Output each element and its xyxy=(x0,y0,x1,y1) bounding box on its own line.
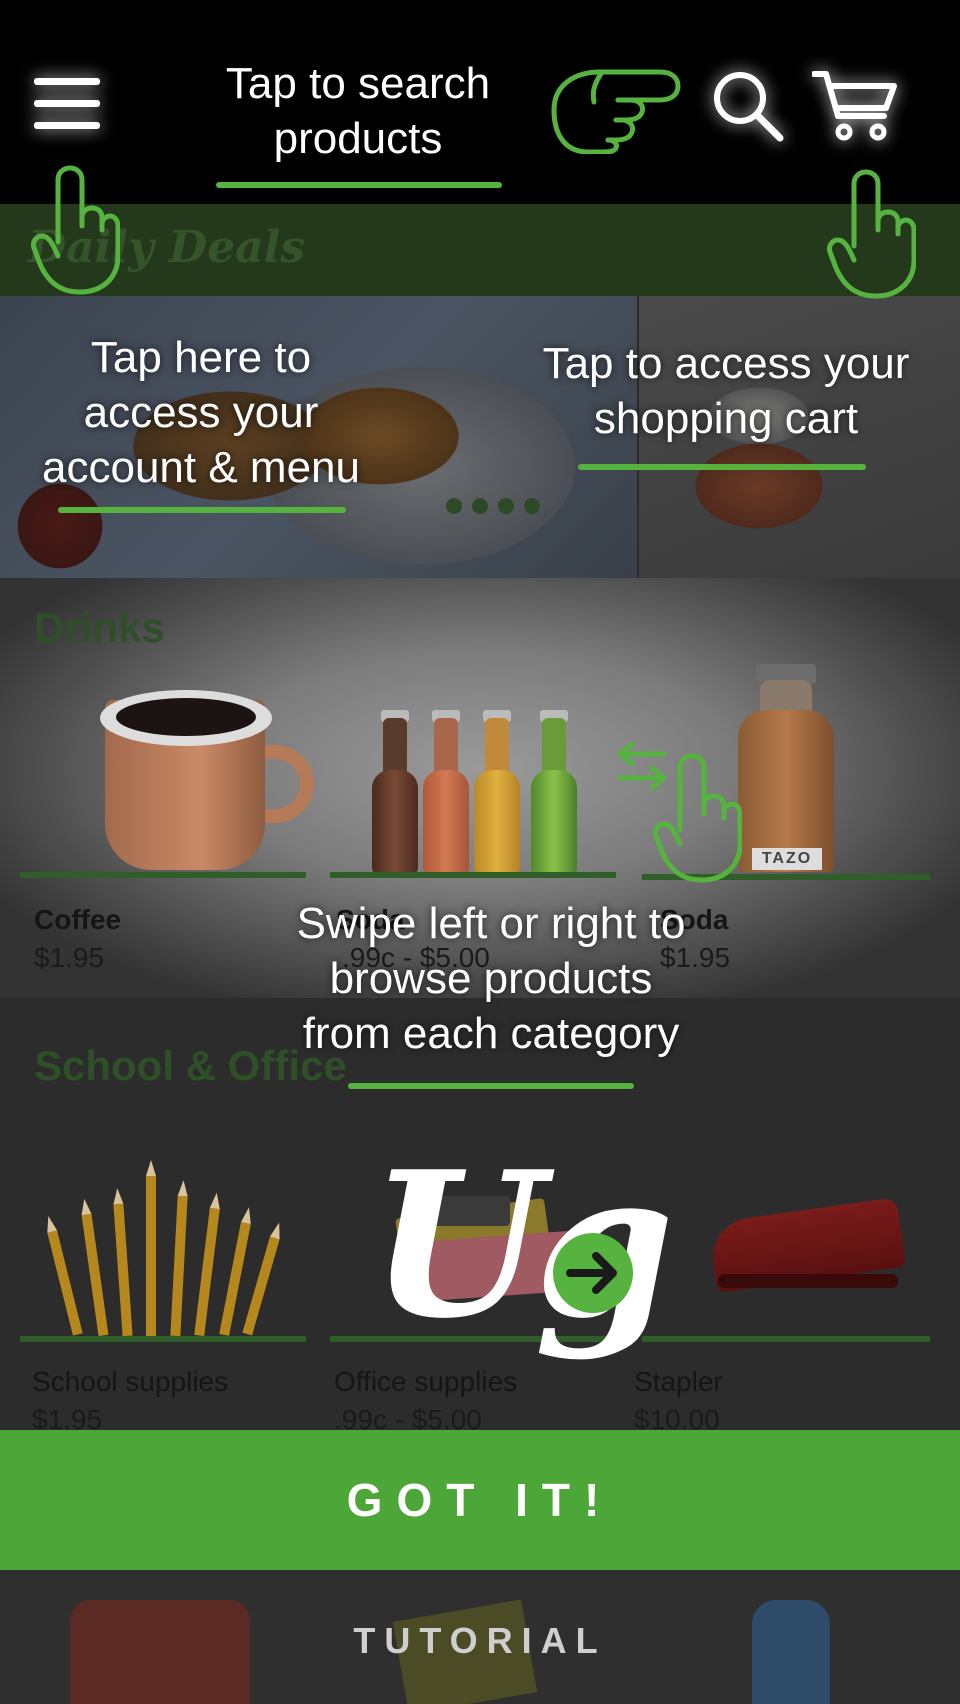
hand-point-right-icon xyxy=(551,69,681,154)
hand-tap-icon xyxy=(827,169,916,299)
menu-tip-underline xyxy=(58,507,346,513)
ug-logo: Ug xyxy=(370,1136,674,1386)
menu-tip-text: Tap here to access your account & menu xyxy=(42,333,360,492)
search-icon[interactable] xyxy=(712,70,784,142)
swipe-tip-underline xyxy=(348,1083,634,1089)
arrow-right-circle-icon xyxy=(553,1233,633,1313)
swipe-tip-text: Swipe left or right to browse products f… xyxy=(296,899,686,1058)
hand-tap-icon xyxy=(653,753,742,883)
tutorial-overlay: Tap to search products Tap here to acces… xyxy=(0,0,960,1704)
cart-tip-text: Tap to access your shopping cart xyxy=(542,339,910,443)
got-it-button[interactable]: GOT IT! xyxy=(0,1430,960,1570)
cart-icon[interactable] xyxy=(812,70,898,144)
cart-tip-underline xyxy=(578,464,866,470)
tutorial-label: TUTORIAL xyxy=(353,1620,607,1661)
search-tip-text: Tap to search products xyxy=(225,59,491,163)
hand-tap-icon xyxy=(31,165,120,295)
search-tip-underline xyxy=(216,182,502,188)
hamburger-menu-icon[interactable] xyxy=(34,76,100,132)
